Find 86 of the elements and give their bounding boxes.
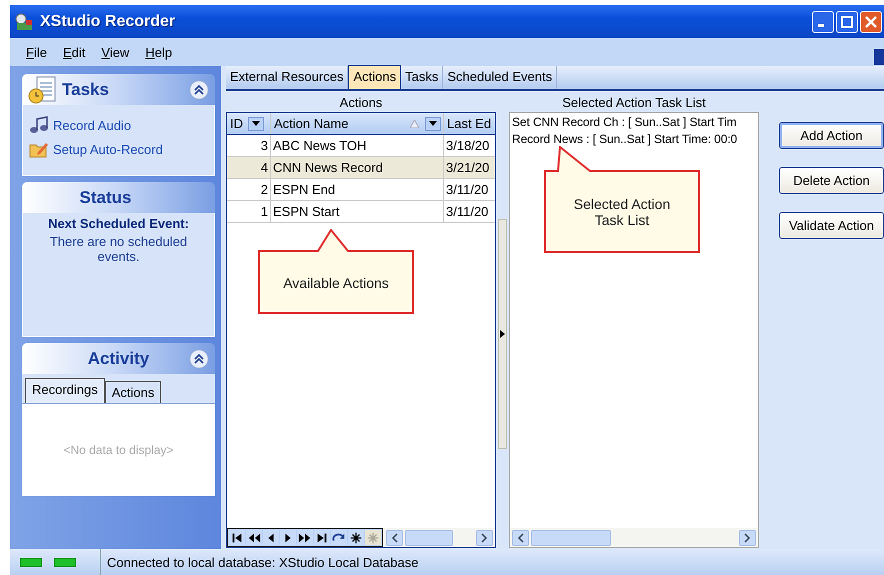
- status-text: Connected to local database: XStudio Local Database: [100, 549, 418, 575]
- menu-item[interactable]: Edit: [54, 44, 94, 60]
- empty-message: <No data to display>: [22, 404, 215, 496]
- scrollbar-thumb[interactable]: [531, 530, 611, 546]
- last-record-icon: [315, 530, 329, 544]
- action-button[interactable]: Validate Action: [779, 212, 884, 239]
- expand-arrow-icon: [500, 330, 505, 338]
- column-header[interactable]: ID: [227, 116, 243, 131]
- panel-title: Tasks: [62, 80, 110, 100]
- previous-page-button[interactable]: [246, 530, 262, 545]
- callout-text: Available Actions: [283, 274, 389, 290]
- table-cell: ABC News TOH: [271, 135, 444, 156]
- filter-dropdown-button[interactable]: [425, 116, 441, 130]
- action-button[interactable]: Add Action: [779, 122, 884, 149]
- chevron-left-icon: [517, 532, 524, 542]
- app-icon: [14, 12, 34, 30]
- column-header[interactable]: Last Ed: [444, 113, 495, 134]
- table-cell: 4: [227, 157, 271, 178]
- list-caption: Selected Action Task List: [561, 94, 707, 112]
- panel-title: Status: [80, 188, 132, 208]
- tab[interactable]: Recordings: [25, 378, 105, 403]
- next-record-button[interactable]: [280, 530, 296, 545]
- table-cell: 1: [227, 201, 271, 222]
- chevron-left-icon: [391, 532, 398, 542]
- collapse-icon[interactable]: [189, 80, 209, 100]
- maximize-icon: [841, 16, 853, 28]
- scroll-left-button[interactable]: [386, 530, 403, 546]
- scroll-right-button[interactable]: [476, 530, 493, 546]
- table-cell: CNN News Record: [271, 157, 444, 178]
- minimize-button[interactable]: [812, 10, 834, 32]
- new-record-button[interactable]: [348, 530, 364, 545]
- grid-caption: Actions: [338, 94, 384, 112]
- tab[interactable]: Scheduled Events: [443, 66, 558, 89]
- menu-item[interactable]: Help: [137, 44, 180, 60]
- sort-ascending-icon: [410, 120, 419, 128]
- status-light-icon: [54, 558, 76, 566]
- table-cell-text: 3/11/20: [445, 181, 490, 199]
- refresh-button[interactable]: [331, 530, 347, 545]
- callout-text: Selected Action Task List: [572, 196, 672, 228]
- filter-dropdown-button[interactable]: [248, 116, 264, 130]
- folder-pencil-icon: [29, 140, 49, 158]
- scrollbar-thumb[interactable]: [405, 530, 453, 546]
- chevron-right-icon: [744, 532, 751, 542]
- task-list-item[interactable]: Set CNN Record Ch : [ Sun..Sat ] Start Tim: [510, 113, 758, 130]
- status-heading: Next Scheduled Event:: [47, 216, 190, 231]
- table-cell: 3/21/20: [444, 157, 495, 178]
- chevron-right-icon: [481, 532, 488, 542]
- tab[interactable]: Actions: [104, 381, 162, 403]
- scroll-right-button[interactable]: [739, 530, 756, 546]
- first-record-icon: [230, 530, 244, 544]
- splitter-handle[interactable]: [498, 219, 507, 449]
- toolbar-grip-icon[interactable]: [874, 49, 884, 65]
- tab[interactable]: Tasks: [401, 66, 444, 89]
- tab[interactable]: Actions: [348, 65, 402, 89]
- first-record-button[interactable]: [229, 530, 245, 545]
- table-cell: ESPN End: [271, 179, 444, 200]
- status-message: There are no scheduled events.: [48, 234, 188, 264]
- close-button[interactable]: [860, 10, 882, 32]
- task-link[interactable]: Record Audio: [26, 113, 214, 137]
- action-button[interactable]: Delete Action: [779, 167, 884, 194]
- table-cell-text: 3/18/20: [445, 137, 490, 155]
- column-header[interactable]: Action Name: [271, 116, 410, 131]
- caret-icon: [252, 121, 260, 126]
- scroll-left-button[interactable]: [512, 530, 529, 546]
- maximize-button[interactable]: [836, 10, 858, 32]
- task-list-item[interactable]: Record News : [ Sun..Sat ] Start Time: 00:0: [510, 130, 758, 147]
- close-icon: [865, 16, 877, 28]
- menu-item[interactable]: File: [18, 44, 55, 60]
- next-page-button[interactable]: [297, 530, 313, 545]
- previous-record-button[interactable]: [263, 530, 279, 545]
- minimize-icon: [818, 24, 824, 27]
- task-link[interactable]: Setup Auto-Record: [26, 137, 214, 161]
- status-light-icon: [20, 558, 42, 566]
- asterisk-icon: [366, 530, 380, 544]
- table-cell: ESPN Start: [271, 201, 444, 222]
- table-cell: 3: [227, 135, 271, 156]
- collapse-icon[interactable]: [189, 348, 209, 368]
- table-cell-text: 3/11/20: [445, 203, 490, 221]
- table-cell: 2: [227, 179, 271, 200]
- asterisk-icon: [349, 530, 363, 544]
- window-title: XStudio Recorder: [40, 12, 176, 30]
- panel-title: Activity: [86, 348, 150, 368]
- menu-item[interactable]: View: [93, 44, 138, 60]
- last-record-button[interactable]: [314, 530, 330, 545]
- music-note-icon: [29, 116, 49, 134]
- caret-icon: [429, 121, 437, 126]
